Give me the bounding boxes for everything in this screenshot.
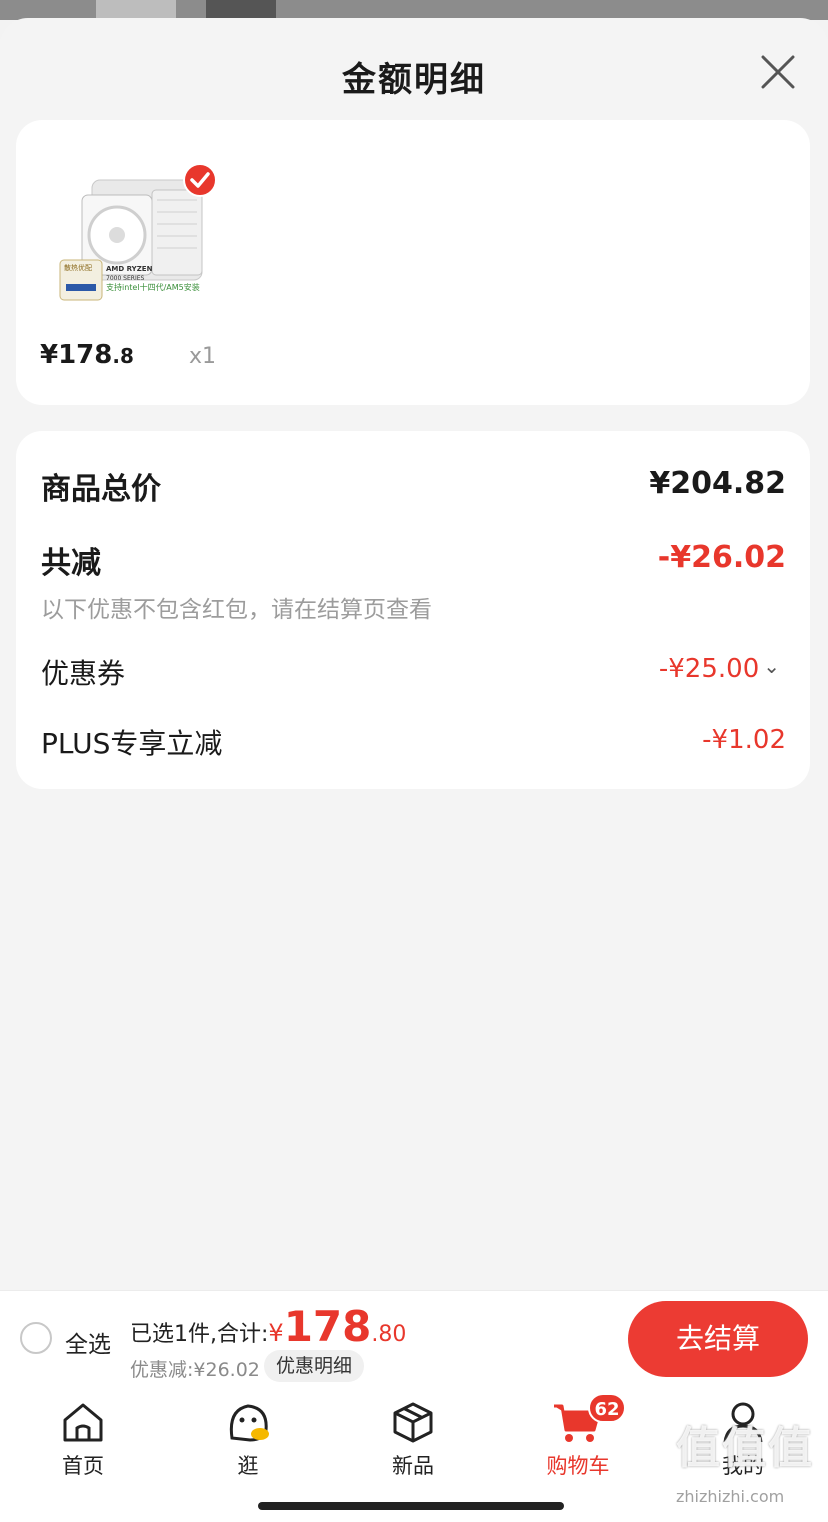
discount-note: 以下优惠不包含红包，请在结算页查看	[41, 597, 432, 623]
total-decimal: .80	[371, 1322, 407, 1347]
tab-cart-label: 购物车	[546, 1454, 610, 1478]
background-thumbnail	[96, 0, 176, 18]
cube-icon	[393, 1402, 433, 1443]
close-button[interactable]	[756, 50, 800, 94]
selected-count-text: 已选1件,合计:	[130, 1322, 269, 1347]
total-price-value: ¥204.82	[649, 466, 786, 501]
total-price-label: 商品总价	[41, 472, 161, 507]
tab-new[interactable]: 新品	[363, 1400, 463, 1480]
selected-check-icon	[183, 163, 217, 197]
product-price: ¥178.8	[40, 340, 134, 370]
product-price-decimal: .8	[112, 344, 134, 368]
product-image-badge: 散热优配	[64, 264, 92, 272]
watermark-logo: 值值值	[676, 1423, 814, 1474]
watermark-url: zhizhizhi.com	[676, 1487, 785, 1506]
background-thumbnail	[206, 0, 276, 18]
product-price-integer: ¥178	[40, 340, 113, 370]
plus-discount-label: PLUS专享立减	[41, 727, 223, 760]
discount-summary: 优惠减:¥26.02	[130, 1359, 260, 1381]
coupon-value-toggle[interactable]: -¥25.00 ⌄	[659, 654, 780, 684]
chevron-down-icon: ⌄	[763, 654, 780, 678]
cart-count-badge: 62	[588, 1393, 626, 1423]
tab-new-label: 新品	[392, 1454, 434, 1478]
product-image[interactable]: AMD RYZEN 7000 SERIES 支持intel十四代/AM5安装 散…	[52, 150, 232, 330]
tab-browse-label: 逛	[237, 1454, 259, 1478]
checkout-button[interactable]: 去结算	[628, 1301, 808, 1377]
close-icon	[761, 55, 795, 89]
tab-browse[interactable]: 逛	[198, 1400, 298, 1480]
product-quantity: x1	[189, 344, 217, 369]
tab-home[interactable]: 首页	[33, 1400, 133, 1480]
product-image-caption: AMD RYZEN 7000 SERIES 支持intel十四代/AM5安装	[106, 265, 200, 292]
total-reduction-label: 共减	[41, 546, 101, 581]
total-reduction-value: -¥26.02	[657, 540, 786, 575]
coupon-label: 优惠券	[41, 657, 126, 690]
home-indicator[interactable]	[258, 1502, 564, 1510]
discount-detail-button[interactable]: 优惠明细	[264, 1350, 365, 1382]
select-all-label[interactable]: 全选	[65, 1325, 111, 1359]
plus-discount-value: -¥1.02	[702, 725, 786, 755]
total-integer: 178	[283, 1302, 372, 1351]
coupon-value: -¥25.00	[658, 654, 760, 684]
product-card: AMD RYZEN 7000 SERIES 支持intel十四代/AM5安装 散…	[16, 120, 810, 405]
browse-icon	[229, 1404, 269, 1442]
home-icon	[63, 1403, 103, 1442]
selected-summary: 已选1件,合计:¥178.80	[130, 1302, 406, 1351]
select-all-radio[interactable]	[20, 1322, 52, 1354]
total-currency: ¥	[268, 1319, 284, 1347]
tab-home-label: 首页	[62, 1454, 104, 1478]
sheet-title: 金额明细	[342, 60, 486, 100]
